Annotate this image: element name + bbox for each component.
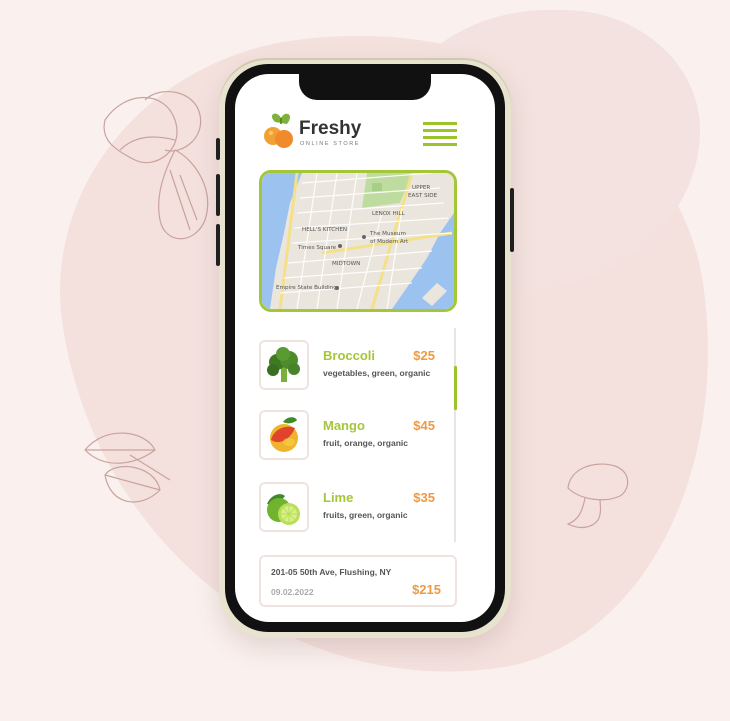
product-thumbnail (259, 482, 309, 532)
product-name: Mango (323, 418, 365, 433)
phone-bezel: Freshy ONLINE STORE UPPER EAST SIDE LENO… (225, 64, 505, 632)
product-list-scroll-thumb[interactable] (454, 366, 457, 410)
product-item-lime[interactable]: Lime $35 fruits, green, organic (259, 482, 435, 534)
svg-text:of Modern Art: of Modern Art (370, 239, 409, 245)
product-tags: fruit, orange, organic (323, 438, 409, 448)
phone-volume-down-button (216, 224, 220, 266)
order-date: 09.02.2022 (271, 587, 314, 597)
lime-icon (267, 494, 300, 525)
app-screen: Freshy ONLINE STORE UPPER EAST SIDE LENO… (235, 74, 495, 622)
phone-notch (299, 74, 431, 100)
product-name: Broccoli (323, 348, 376, 363)
mango-icon (270, 417, 298, 452)
order-address: 201-05 50th Ave, Flushing, NY (271, 567, 392, 577)
map-graphic: UPPER EAST SIDE LENOX HILL HELL'S KITCHE… (262, 173, 454, 309)
leaf-sketch-icon (84, 432, 171, 503)
broccoli-icon (267, 347, 300, 382)
product-item-mango[interactable]: Mango $45 fruit, orange, organic (259, 410, 435, 462)
svg-text:LENOX HILL: LENOX HILL (372, 211, 405, 217)
order-summary-card[interactable]: 201-05 50th Ave, Flushing, NY 09.02.2022… (259, 555, 457, 607)
orange-logo-icon (264, 113, 293, 148)
order-total: $215 (412, 582, 441, 597)
map-view[interactable]: UPPER EAST SIDE LENOX HILL HELL'S KITCHE… (259, 170, 457, 312)
svg-text:Empire State Building: Empire State Building (276, 285, 337, 291)
product-price: $35 (413, 490, 435, 505)
brand-subtitle: ONLINE STORE (300, 141, 361, 147)
svg-text:The Museum: The Museum (369, 231, 406, 237)
svg-text:HELL'S KITCHEN: HELL'S KITCHEN (302, 227, 347, 233)
phone-power-button (510, 188, 514, 252)
mushroom-sketch-icon (566, 463, 629, 529)
product-item-broccoli[interactable]: Broccoli $25 vegetables, green, organic (259, 340, 435, 392)
product-tags: vegetables, green, organic (323, 368, 431, 378)
product-tags: fruits, green, organic (323, 510, 408, 520)
brand-name: Freshy (299, 118, 362, 139)
svg-text:Times Square: Times Square (297, 245, 337, 251)
product-name: Lime (323, 490, 354, 505)
product-thumbnail (259, 340, 309, 390)
beet-sketch-icon (103, 91, 209, 240)
svg-text:UPPER: UPPER (412, 185, 430, 191)
product-price: $45 (413, 418, 435, 433)
phone-mute-button (216, 138, 220, 160)
product-price: $25 (413, 348, 435, 363)
product-thumbnail (259, 410, 309, 460)
svg-text:EAST SIDE: EAST SIDE (408, 193, 438, 199)
phone-frame: Freshy ONLINE STORE UPPER EAST SIDE LENO… (216, 58, 514, 638)
product-list-scrollbar[interactable] (454, 328, 456, 542)
hamburger-menu-icon[interactable] (423, 122, 457, 146)
phone-volume-up-button (216, 174, 220, 216)
svg-text:MIDTOWN: MIDTOWN (332, 261, 360, 267)
